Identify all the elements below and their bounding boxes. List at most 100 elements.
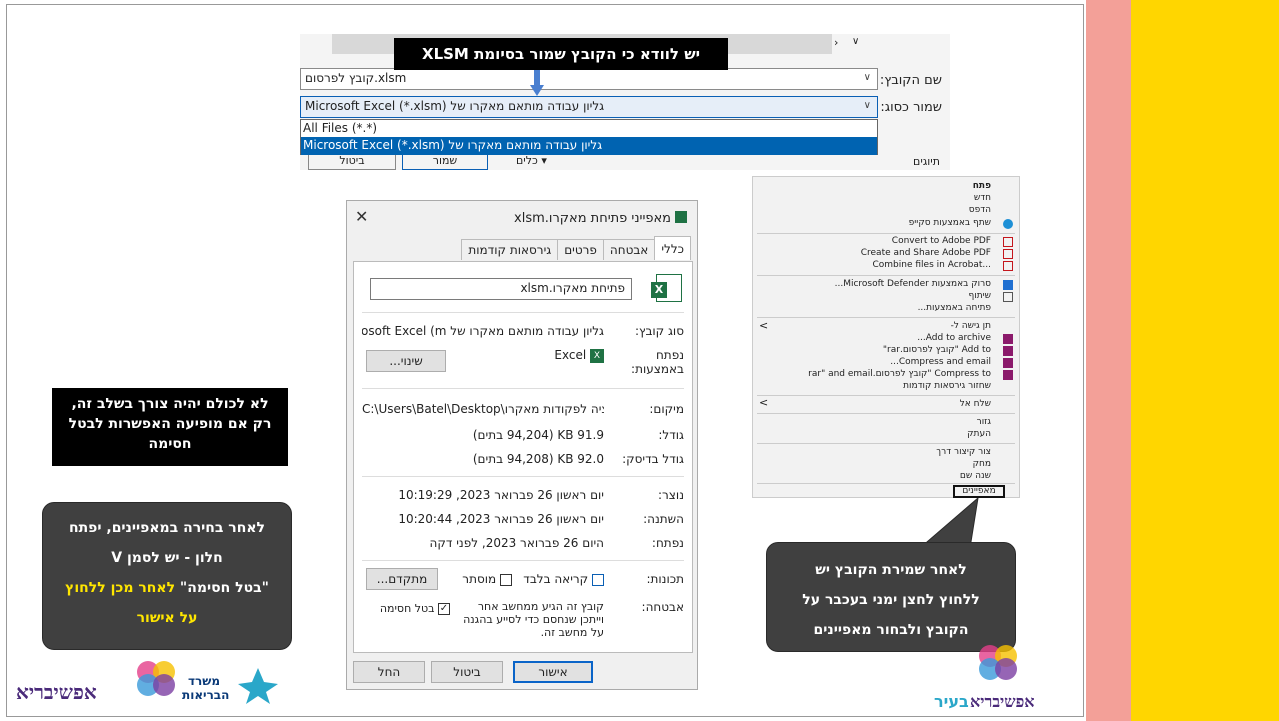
callout-line: "בטל חסימה" לאחר מכן ללחוץ (65, 580, 269, 596)
hidden-checkbox[interactable]: מוסתר (462, 572, 512, 586)
menu-item-add-to-rar[interactable]: Add to "קובץ לפרסום.rar" (763, 345, 991, 357)
menu-item-create-shortcut[interactable]: צור קיצור דרך (763, 447, 991, 459)
chevron-down-icon[interactable]: ∨ (864, 100, 871, 111)
footer-logos-left: אפשיבריא משרד הבריאות (12, 656, 282, 712)
winrar-icon (1003, 346, 1013, 356)
callout-pointer (919, 498, 979, 548)
filename-field[interactable]: פתיחת מאקרו.xlsm (370, 278, 632, 300)
opens-label: נפתח באמצעות: (631, 348, 684, 376)
unblock-checkbox[interactable]: ✓ בטל חסימה (366, 602, 450, 622)
menu-item-restore-versions[interactable]: שחזור גירסאות קודמות (763, 381, 991, 393)
menu-item-share[interactable]: שיתוף (763, 291, 991, 303)
button-row: ביטול שמור כלים ▾ תיוגים (300, 155, 950, 170)
beir-logo-text: בעיר (934, 692, 969, 711)
type-label: סוג קובץ: (634, 324, 684, 338)
disk-size-label: גודל בדיסק: (622, 452, 684, 466)
menu-item-copy[interactable]: העתק (763, 429, 991, 441)
advanced-button[interactable]: מתקדם... (366, 568, 438, 590)
callout-line: חלון - יש לסמן V (111, 550, 223, 566)
callout-line: לאחר שמירת הקובץ יש (815, 562, 967, 578)
save-type-dropdown: All Files (*.*) Microsoft Excel (*.xlsm)… (300, 119, 878, 155)
callout-line: על אישור (136, 610, 198, 626)
dropdown-chevron-icon[interactable]: ∨ (852, 36, 859, 47)
attributes-label: תכונות: (646, 572, 684, 586)
apply-button[interactable]: החל (353, 661, 425, 683)
pdf-icon (1003, 237, 1013, 247)
menu-item-new[interactable]: חדש (763, 193, 991, 205)
size-label: גודל: (658, 428, 684, 442)
tab-details[interactable]: פרטים (557, 239, 604, 260)
tab-previous-versions[interactable]: גירסאות קודמות (461, 239, 559, 260)
dialog-title: מאפייני פתיחת מאקרו.xlsm (514, 211, 687, 226)
menu-item-properties[interactable]: מאפיינים (953, 485, 1005, 498)
nav-chevron-icon[interactable]: › (834, 36, 838, 49)
menu-item-combine[interactable]: Combine files in Acrobat... (763, 260, 992, 272)
flower-logo-icon (979, 645, 1017, 680)
callout-right-click-steps: לאחר שמירת הקובץ יש ללחוץ לחצן ימני בעכב… (766, 542, 1016, 652)
arrow-down-icon (530, 70, 544, 96)
menu-item-delete[interactable]: מחק (763, 459, 991, 471)
menu-item-open[interactable]: פתח (763, 181, 991, 193)
menu-item-compress-email[interactable]: Compress and email... (763, 357, 991, 369)
menu-item-add-archive[interactable]: Add to archive... (763, 333, 991, 345)
chevron-down-icon[interactable]: ∨ (864, 72, 871, 83)
save-type-value: Microsoft Excel (*.xlsm) גליון עבודה מות… (305, 99, 605, 113)
menu-item-open-with[interactable]: פתיחה באמצעות... (763, 303, 991, 315)
tools-menu[interactable]: כלים ▾ (516, 155, 576, 170)
pdf-share-icon (1003, 249, 1013, 259)
option-all-files[interactable]: All Files (*.*) (301, 120, 877, 137)
skype-icon (1003, 219, 1013, 229)
accessed-label: נפתח: (651, 536, 684, 550)
readonly-checkbox[interactable]: קריאה בלבד (523, 572, 604, 586)
defender-icon (1003, 280, 1013, 290)
flower-logo-icon (137, 661, 175, 696)
type-value: גליון עבודה מותאם מאקרו של Microsoft Exc… (362, 324, 604, 338)
security-text: קובץ זה הגיע ממחשב אחר וייתכן שנחסם כדי … (463, 600, 604, 639)
afshibria-logo: אפשיבריא (970, 692, 1035, 711)
filename-label: שם הקובץ: (879, 73, 942, 88)
ok-button[interactable]: אישור (513, 661, 593, 683)
save-type-select[interactable]: Microsoft Excel (*.xlsm) גליון עבודה מות… (300, 96, 878, 118)
accessed-value: היום 26 פברואר 2023, לפני דקה (429, 536, 604, 550)
save-button[interactable]: שמור (402, 155, 488, 170)
filename-input[interactable]: קובץ לפרסום.xlsm ∨ (300, 68, 878, 90)
dialog-title-text: מאפייני פתיחת מאקרו.xlsm (514, 211, 671, 226)
menu-item-cut[interactable]: גזור (763, 417, 991, 429)
tab-security[interactable]: אבטחה (602, 239, 656, 260)
ministry-line-2: הבריאות (182, 688, 230, 702)
ministry-star-icon (238, 668, 278, 704)
menu-item-send-to[interactable]: שלח אל (763, 399, 991, 411)
menu-item-convert-pdf[interactable]: Convert to Adobe PDF (763, 236, 991, 248)
cancel-button[interactable]: ביטול (308, 155, 396, 170)
option-xlsm[interactable]: Microsoft Excel (*.xlsm) גליון עבודה מות… (301, 137, 877, 155)
menu-item-compress-rar-email[interactable]: Compress to "קובץ לפרסום.rar" and email (763, 369, 991, 381)
winrar-icon (1003, 334, 1013, 344)
excel-large-icon: X (651, 274, 682, 302)
menu-item-rename[interactable]: שנה שם (763, 471, 991, 483)
callout-line: לאחר בחירה במאפיינים, יפתח (68, 520, 265, 536)
menu-item-give-access[interactable]: תן גישה ל- (763, 321, 991, 333)
callout-properties-steps: לאחר בחירה במאפיינים, יפתח חלון - יש לסמ… (42, 502, 292, 650)
menu-item-skype[interactable]: שתף באמצעות סקייפ (763, 218, 991, 230)
location-label: מיקום: (649, 402, 684, 416)
modified-label: השתנה: (643, 512, 684, 526)
callout-line: ללחוץ לחצן ימני בעכבר על (802, 592, 980, 608)
menu-item-create-share-pdf[interactable]: Create and Share Adobe PDF (763, 248, 991, 260)
menu-item-print[interactable]: הדפס (763, 205, 991, 217)
tags-label: תיוגים (913, 155, 940, 168)
close-icon[interactable]: ✕ (355, 207, 368, 226)
tab-general[interactable]: כללי (654, 236, 691, 260)
created-value: יום ראשון 26 פברואר 2023, 10:19:29 (398, 488, 604, 502)
change-button[interactable]: שינוי... (366, 350, 446, 372)
location-value: C:\Users\Batel\Desktop\מולציה לפקודות מא… (362, 402, 604, 416)
share-icon (1003, 292, 1013, 302)
cancel-button[interactable]: ביטול (431, 661, 503, 683)
modified-value: יום ראשון 26 פברואר 2023, 10:20:44 (398, 512, 604, 526)
menu-item-defender[interactable]: סרוק באמצעות Microsoft Defender... (763, 279, 991, 291)
pink-strip (1086, 0, 1131, 721)
disk-size-value: 92.0 KB (94,208 בתים) (472, 452, 604, 466)
filename-value: קובץ לפרסום.xlsm (305, 71, 407, 85)
tab-bar: כללי אבטחה פרטים גירסאות קודמות (461, 236, 691, 260)
winrar-icon (1003, 370, 1013, 380)
context-menu: פתח חדש הדפס שתף באמצעות סקייפ Convert t… (752, 176, 1020, 498)
